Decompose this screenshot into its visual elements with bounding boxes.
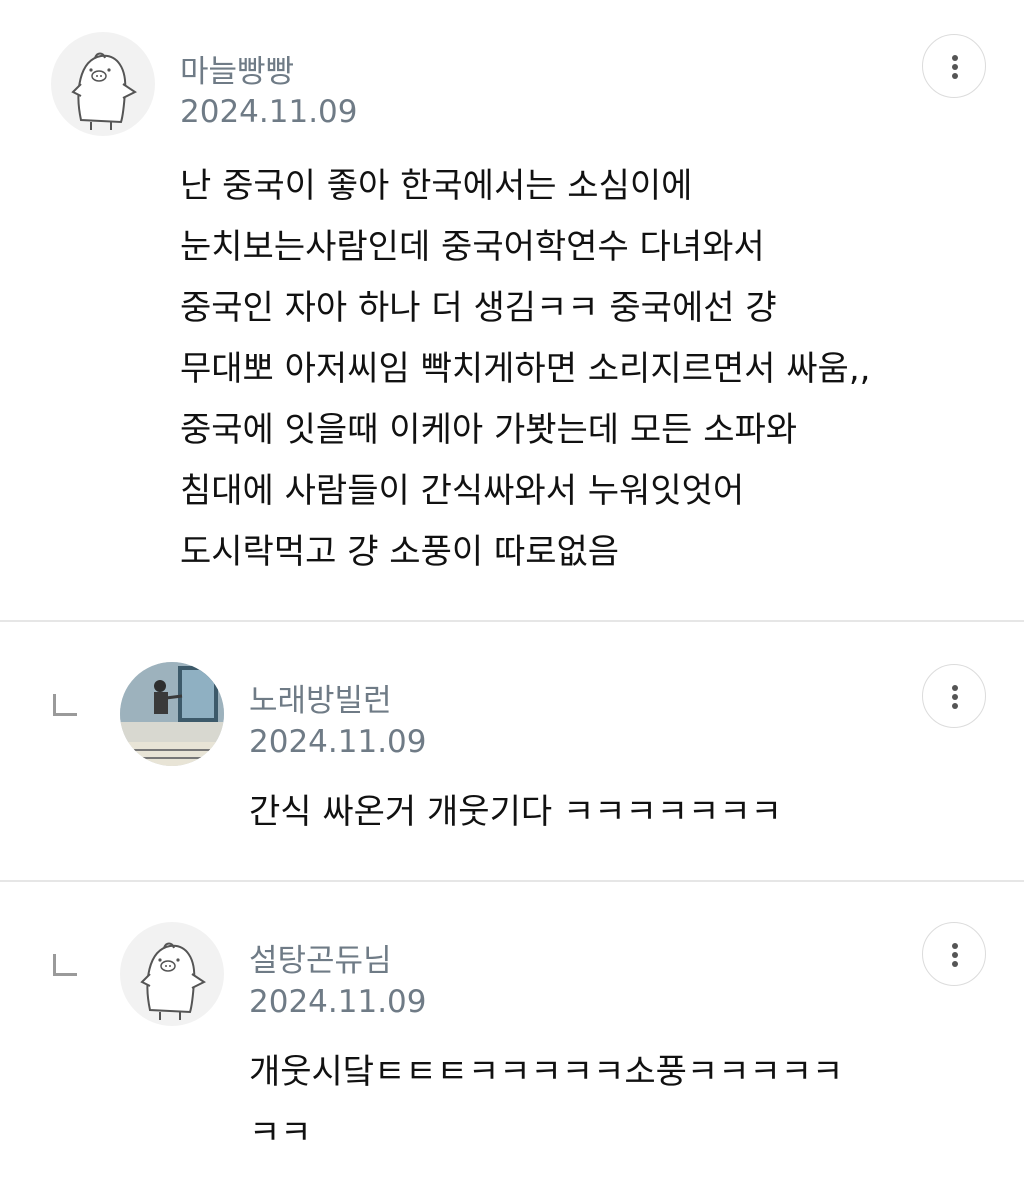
- avatar[interactable]: [120, 922, 224, 1026]
- comment-author[interactable]: 설탕곤듀님: [249, 935, 392, 980]
- comment-body: 간식 싸온거 개웃기다 ㅋㅋㅋㅋㅋㅋㅋ: [249, 782, 782, 843]
- comment-line: 간식 싸온거 개웃기다 ㅋㅋㅋㅋㅋㅋㅋ: [249, 792, 782, 832]
- reply-comment: 노래방빌런 2024.11.09 간식 싸온거 개웃기다 ㅋㅋㅋㅋㅋㅋㅋ: [0, 622, 1024, 880]
- comment-line: 도시락먹고 걍 소풍이 따로없음: [180, 532, 620, 572]
- comment-author[interactable]: 노래방빌런: [249, 675, 392, 720]
- penguin-avatar-icon: [71, 52, 137, 130]
- more-options-button[interactable]: [922, 664, 986, 728]
- comment-date: 2024.11.09: [249, 724, 427, 760]
- comment-body: 난 중국이 좋아 한국에서는 소심이에 눈치보는사람인데 중국어학연수 다녀와서…: [180, 156, 870, 583]
- photo-avatar-icon: [120, 662, 224, 766]
- reply-comment: 설탕곤듀님 2024.11.09 개웃시닼ㅌㅌㅌㅋㅋㅋㅋㅋ소풍ㅋㅋㅋㅋㅋ ㅋㅋ: [0, 882, 1024, 1199]
- comment-line: 무대뽀 아저씨임 빡치게하면 소리지르면서 싸움,,: [180, 349, 871, 389]
- penguin-avatar-icon: [140, 942, 206, 1020]
- reply-indicator-icon: [53, 694, 77, 716]
- comment-line: 난 중국이 좋아 한국에서는 소심이에: [180, 166, 693, 206]
- comment-body: 개웃시닼ㅌㅌㅌㅋㅋㅋㅋㅋ소풍ㅋㅋㅋㅋㅋ ㅋㅋ: [249, 1042, 843, 1164]
- more-options-button[interactable]: [922, 922, 986, 986]
- comment: 마늘빵빵 2024.11.09 난 중국이 좋아 한국에서는 소심이에 눈치보는…: [0, 0, 1024, 620]
- comment-date: 2024.11.09: [180, 94, 358, 130]
- comment-line: 중국에 잇을때 이케아 가봣는데 모든 소파와: [180, 410, 798, 450]
- comment-line: 개웃시닼ㅌㅌㅌㅋㅋㅋㅋㅋ소풍ㅋㅋㅋㅋㅋ: [249, 1052, 844, 1092]
- comment-author[interactable]: 마늘빵빵: [180, 46, 294, 91]
- comment-date: 2024.11.09: [249, 984, 427, 1020]
- comment-line: ㅋㅋ: [249, 1113, 312, 1153]
- comment-line: 중국인 자아 하나 더 생김ㅋㅋ 중국에선 걍: [180, 288, 777, 328]
- avatar[interactable]: [120, 662, 224, 766]
- reply-indicator-icon: [53, 954, 77, 976]
- avatar[interactable]: [51, 32, 155, 136]
- comment-line: 눈치보는사람인데 중국어학연수 다녀와서: [180, 227, 765, 267]
- more-options-button[interactable]: [922, 34, 986, 98]
- comment-line: 침대에 사람들이 간식싸와서 누워잇엇어: [180, 471, 745, 511]
